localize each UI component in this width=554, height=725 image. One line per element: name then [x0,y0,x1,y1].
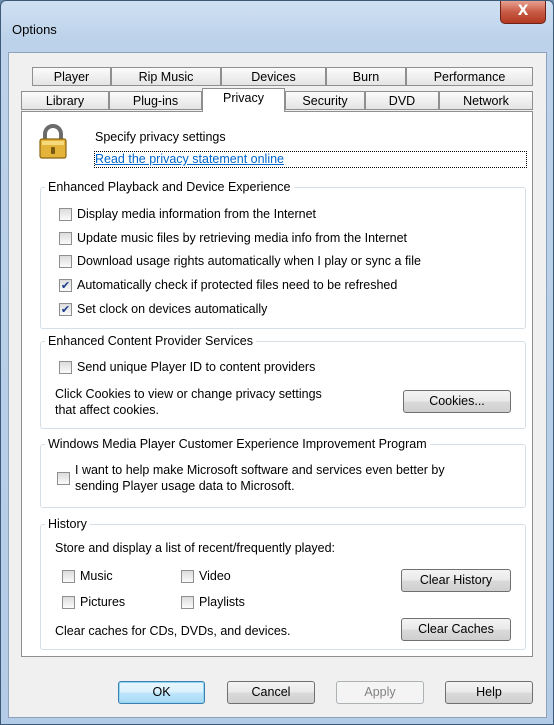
history-legend: History [45,516,90,532]
tab-library[interactable]: Library [21,91,109,110]
cookies-description-line1: Click Cookies to view or change privacy … [55,387,322,401]
ceip-legend: Windows Media Player Customer Experience… [45,436,430,452]
history-video-label[interactable]: Video [199,569,231,584]
download-usage-rights-checkbox[interactable] [59,255,72,268]
display-media-info-label[interactable]: Display media information from the Inter… [77,207,316,222]
check-protected-files-checkbox[interactable]: ✔ [59,279,72,292]
history-video-checkbox[interactable] [181,570,194,583]
clear-caches-description: Clear caches for CDs, DVDs, and devices. [55,624,291,638]
tab-privacy[interactable]: Privacy [202,88,285,112]
clear-caches-button[interactable]: Clear Caches [401,618,511,641]
download-usage-rights-label[interactable]: Download usage rights automatically when… [77,254,421,269]
tab-burn[interactable]: Burn [326,67,406,86]
display-media-info-checkbox[interactable] [59,208,72,221]
history-pictures-checkbox[interactable] [62,596,75,609]
ceip-label-line2[interactable]: sending Player usage data to Microsoft. [75,479,295,494]
send-player-id-checkbox[interactable] [59,361,72,374]
history-music-label[interactable]: Music [80,569,113,584]
history-music-checkbox[interactable] [62,570,75,583]
tab-dvd[interactable]: DVD [365,91,439,110]
check-protected-files-label[interactable]: Automatically check if protected files n… [77,278,397,293]
window-title: Options [12,22,57,37]
send-player-id-label[interactable]: Send unique Player ID to content provide… [77,360,315,375]
tab-network[interactable]: Network [439,91,533,110]
history-playlists-label[interactable]: Playlists [199,595,245,610]
close-icon[interactable]: X [500,1,546,24]
ok-button[interactable]: OK [118,681,205,704]
help-button[interactable]: Help [445,681,533,704]
privacy-header-text: Specify privacy settings [95,130,226,144]
tab-security[interactable]: Security [285,91,365,110]
lock-icon [39,124,67,159]
cancel-button[interactable]: Cancel [227,681,315,704]
clear-history-button[interactable]: Clear History [401,569,511,592]
update-music-files-checkbox[interactable] [59,232,72,245]
tab-plug-ins[interactable]: Plug-ins [109,91,202,110]
history-pictures-label[interactable]: Pictures [80,595,125,610]
update-music-files-label[interactable]: Update music files by retrieving media i… [77,231,407,246]
tab-devices[interactable]: Devices [221,67,326,86]
set-clock-checkbox[interactable]: ✔ [59,303,72,316]
cookies-description-line2: that affect cookies. [55,403,159,417]
tab-rip-music[interactable]: Rip Music [111,67,221,86]
cookies-button[interactable]: Cookies... [403,390,511,413]
history-description: Store and display a list of recent/frequ… [55,541,336,555]
ceip-label-line1[interactable]: I want to help make Microsoft software a… [75,463,445,478]
enhanced-playback-legend: Enhanced Playback and Device Experience [45,179,294,195]
apply-button[interactable]: Apply [336,681,424,704]
ceip-checkbox[interactable] [57,472,70,485]
set-clock-label[interactable]: Set clock on devices automatically [77,302,267,317]
history-playlists-checkbox[interactable] [181,596,194,609]
tab-player[interactable]: Player [32,67,111,86]
tab-performance[interactable]: Performance [406,67,533,86]
options-dialog: Options X Player Rip Music Devices Burn … [0,0,554,725]
privacy-tab-panel: Specify privacy settings Read the privac… [21,111,533,657]
content-provider-legend: Enhanced Content Provider Services [45,333,256,349]
privacy-statement-link[interactable]: Read the privacy statement online [94,151,527,168]
